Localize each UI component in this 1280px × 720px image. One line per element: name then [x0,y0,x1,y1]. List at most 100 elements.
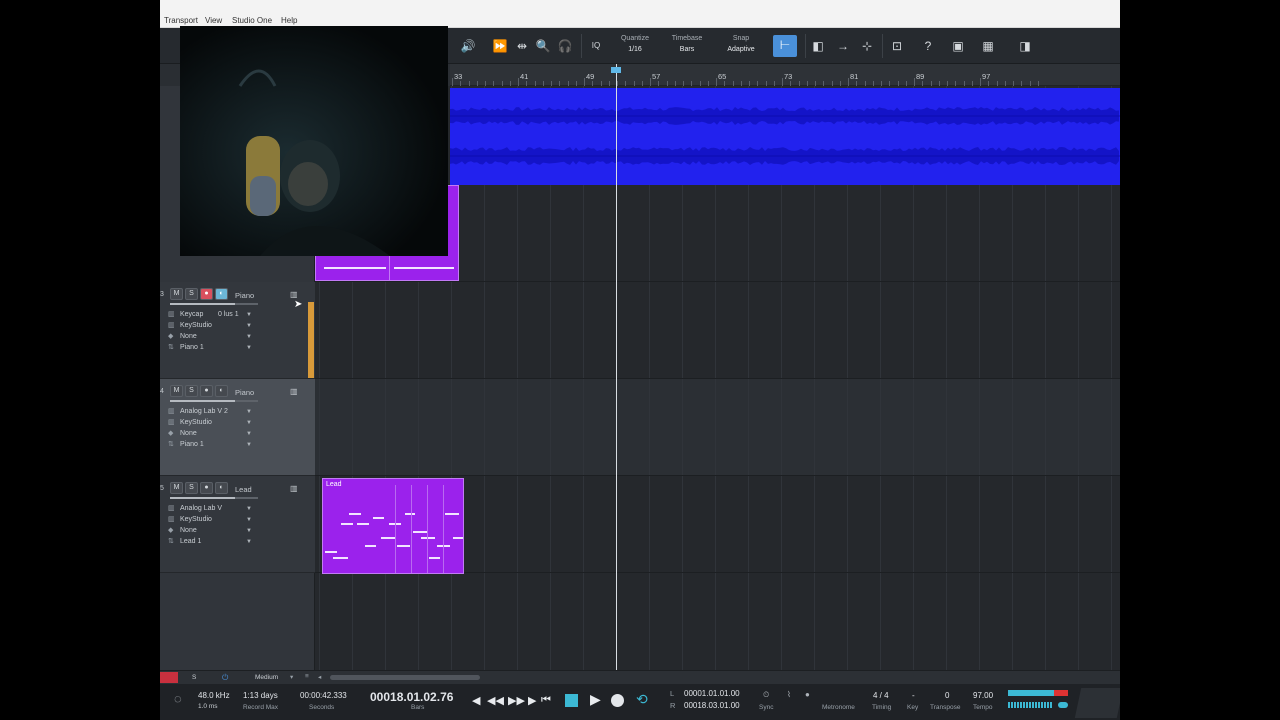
io-selector[interactable]: ▥ Keycap 0 lus 1 ▼ [168,310,254,320]
chevron-down-icon[interactable]: ▾ [290,673,293,681]
record-button[interactable] [611,694,624,707]
list-icon[interactable]: ≡ [305,673,309,680]
key-value[interactable]: - [912,691,915,700]
performance-icon[interactable]: ◌ [174,691,182,706]
solo-button[interactable]: S [185,385,198,397]
timing-value[interactable]: 4 / 4 [873,691,889,700]
loop-icon[interactable]: ⟲ [636,691,648,708]
go-to-start-icon[interactable]: ⏮ [541,694,551,707]
listen-tool-icon[interactable]: 🎧 [555,36,575,56]
mute-button[interactable]: M [170,385,183,397]
track-header[interactable]: 4 M S ● ◐ Piano ▥ ▥ Analog Lab V 2 ▼ ▥ KeyStudio ▼ ◆ N… [160,379,315,476]
io-selector[interactable]: ⇅ Lead 1 ▼ [168,537,254,547]
bend-tool-icon[interactable]: ⏩ [490,36,510,56]
midi-note[interactable] [349,513,361,515]
loop-start-icon[interactable]: ◀ [472,694,480,707]
track-name[interactable]: Lead [235,485,252,494]
transpose-value[interactable]: 0 [945,691,949,700]
seconds-label[interactable]: Seconds [309,704,334,711]
midi-note[interactable] [453,537,463,539]
zoom-select[interactable]: Medium [255,674,278,681]
io-selector[interactable]: ◆ None ▼ [168,332,254,342]
midi-note[interactable] [413,531,428,533]
mute-button[interactable]: M [170,288,183,300]
return-to-zero-icon[interactable]: ▶ [528,694,536,707]
midi-note[interactable] [341,523,353,525]
track-name[interactable]: Piano [235,388,254,397]
io-selector[interactable]: ⇅ Piano 1 ▼ [168,343,254,353]
zoom-tool-icon[interactable]: 🔍 [533,36,553,56]
track-header[interactable]: 3 M S ● ◐ Piano ▥ ▥ Keycap 0 lus 1 ▼ ▥ KeyStudio ▼ ◆ No… [160,282,315,379]
rewind-icon[interactable]: ◀◀ [487,694,504,707]
midi-note[interactable] [381,537,395,539]
video-icon[interactable]: ▣ [948,36,968,56]
grid-view-icon[interactable]: ▦ [978,36,998,56]
midi-note[interactable] [397,545,410,547]
meter-toggle[interactable] [1058,702,1068,708]
quantize-select[interactable]: Quantize 1/16 [615,34,655,56]
horizontal-scrollbar[interactable] [330,675,480,680]
autoscroll-icon[interactable]: → [833,36,853,56]
s-label[interactable]: S [192,674,196,681]
lead-midi-clip[interactable]: Lead [322,478,464,574]
track-header[interactable]: 5 M S ● ◐ Lead ▥ ▥ Analog Lab V ▼ ▥ KeyStudio ▼ ◆ None… [160,476,315,573]
seconds-value[interactable]: 00:00:42.333 [300,691,347,700]
io-selector[interactable]: ▥ KeyStudio ▼ [168,321,254,331]
snap-select[interactable]: Snap Adaptive [718,34,764,56]
menu-help[interactable]: Help [281,16,297,25]
monitor-button[interactable]: ◐ [215,482,228,494]
track-name[interactable]: Piano [235,291,254,300]
record-arm-button[interactable]: ● [200,385,213,397]
menu-studio-one[interactable]: Studio One [232,16,272,25]
power-icon[interactable]: ⏻ [222,673,228,683]
audio-clip[interactable] [450,88,1120,185]
sync-icon[interactable]: ⏲ [763,690,769,700]
scroll-left-icon[interactable]: ◂ [318,673,321,681]
autopunch-icon[interactable]: ◧ [808,36,828,56]
timeline-ruler[interactable]: 1725334149576573818997 [316,64,1120,86]
solo-button[interactable]: S [185,482,198,494]
layout-icon[interactable]: ◨ [1015,36,1035,56]
midi-note[interactable] [333,557,348,559]
volume-slider[interactable] [170,303,258,305]
midi-note[interactable] [365,545,376,547]
snapshot-icon[interactable]: ⊡ [887,36,907,56]
menu-transport[interactable]: Transport [164,16,198,25]
io-selector[interactable]: ◆ None ▼ [168,526,254,536]
playhead[interactable] [616,64,617,670]
solo-button[interactable]: S [185,288,198,300]
precount-icon[interactable]: ⌇ [787,690,791,699]
io-selector[interactable]: ⇅ Piano 1 ▼ [168,440,254,450]
midi-note[interactable] [357,523,369,525]
split-tool-icon[interactable]: ⇹ [512,36,532,56]
speaker-icon[interactable]: 🔊 [458,36,478,56]
tempo-value[interactable]: 97.00 [973,691,993,700]
monitor-button[interactable]: ◐ [215,385,228,397]
mute-button[interactable]: M [170,482,183,494]
io-selector[interactable]: ▥ Analog Lab V 2 ▼ [168,407,254,417]
play-button[interactable]: ▶ [590,691,601,708]
timebase-select[interactable]: Timebase Bars [665,34,709,56]
loop-end-value[interactable]: 00018.03.01.00 [684,701,740,710]
bars-label[interactable]: Bars [411,704,424,711]
bars-value[interactable]: 00018.01.02.76 [370,690,453,704]
io-selector[interactable]: ▥ Analog Lab V ▼ [168,504,254,514]
midi-note[interactable] [445,513,459,515]
volume-slider[interactable] [170,400,258,402]
io-selector[interactable]: ◆ None ▼ [168,429,254,439]
midi-note[interactable] [373,517,384,519]
metronome-icon[interactable]: ● [805,690,810,699]
loop-start-value[interactable]: 00001.01.01.00 [684,689,740,698]
record-arm-button[interactable]: ● [200,288,213,300]
fast-forward-icon[interactable]: ▶▶ [508,694,525,707]
io-selector[interactable]: ▥ KeyStudio ▼ [168,418,254,428]
monitor-button[interactable]: ◐ [215,288,228,300]
snap-toggle-icon[interactable]: ⊢ [773,35,797,57]
playhead-marker[interactable] [611,67,621,73]
midi-note[interactable] [421,537,435,539]
stop-button[interactable] [565,694,578,707]
midi-note[interactable] [429,557,440,559]
midi-note[interactable] [325,551,337,553]
menu-view[interactable]: View [205,16,222,25]
volume-slider[interactable] [170,497,258,499]
